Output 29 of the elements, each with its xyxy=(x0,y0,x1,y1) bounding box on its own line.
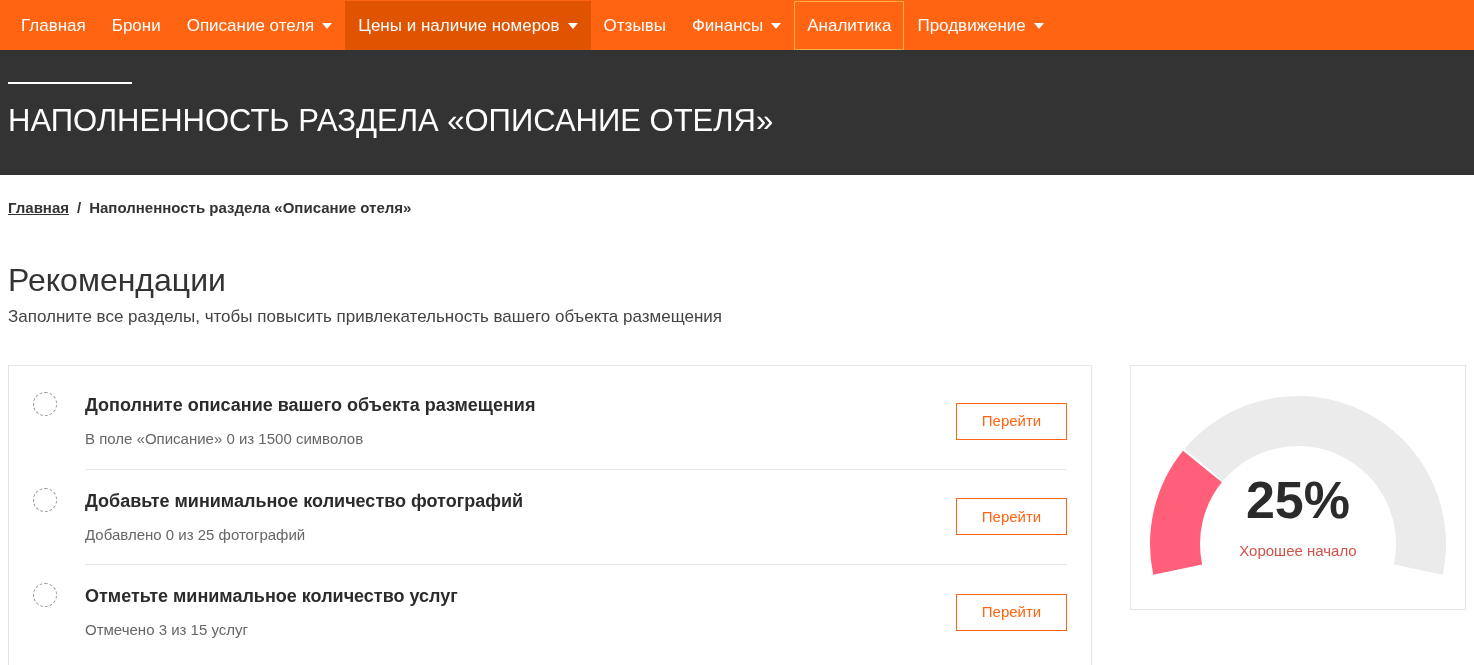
breadcrumb-link[interactable]: Главная xyxy=(8,197,69,220)
recommendation-title: Добавьте минимальное количество фотографий xyxy=(85,489,524,513)
caret-icon xyxy=(771,22,782,29)
breadcrumb-text: Наполненность раздела «Описание отеля» xyxy=(89,198,412,218)
go-button[interactable]: Перейти xyxy=(956,402,1067,440)
gauge-value: 25% xyxy=(1245,474,1351,526)
nav-item[interactable]: Главная xyxy=(8,1,99,50)
nav-item[interactable]: Отзывы xyxy=(590,1,679,50)
go-button[interactable]: Перейти xyxy=(956,593,1067,631)
section-subtitle: Заполните все разделы, чтобы повысить привлекательность вашего объекта размещения xyxy=(8,305,724,328)
nav-item[interactable]: Описание отеля xyxy=(173,1,346,50)
gauge-caption: Хорошее начало xyxy=(1239,541,1357,561)
recommendation-title: Дополните описание вашего объекта размещения xyxy=(85,394,536,417)
recommendation-detail: Добавлено 0 из 25 фотографий xyxy=(85,524,307,545)
breadcrumb-text: / xyxy=(77,198,82,218)
recommendation-detail: Отмечено 3 из 15 услуг xyxy=(85,620,249,640)
nav-item[interactable]: Продвижение xyxy=(904,1,1057,50)
nav-item[interactable]: Цены и наличие номеров xyxy=(345,1,591,50)
caret-icon xyxy=(567,22,578,29)
nav-item[interactable]: Аналитика xyxy=(794,1,905,50)
recommendation-detail: В поле «Описание» 0 из 1500 символов xyxy=(85,429,365,449)
recommendation-title: Отметьте минимальное количество услуг xyxy=(85,585,458,608)
page-title: НАПОЛНЕННОСТЬ РАЗДЕЛА «ОПИСАНИЕ ОТЕЛЯ» xyxy=(8,102,775,140)
nav-item[interactable]: Брони xyxy=(98,1,174,50)
go-button[interactable]: Перейти xyxy=(956,498,1067,536)
caret-icon xyxy=(1033,22,1044,29)
section-title: Рекомендации xyxy=(8,260,227,300)
nav-item[interactable]: Финансы xyxy=(678,1,795,50)
caret-icon xyxy=(322,22,333,29)
